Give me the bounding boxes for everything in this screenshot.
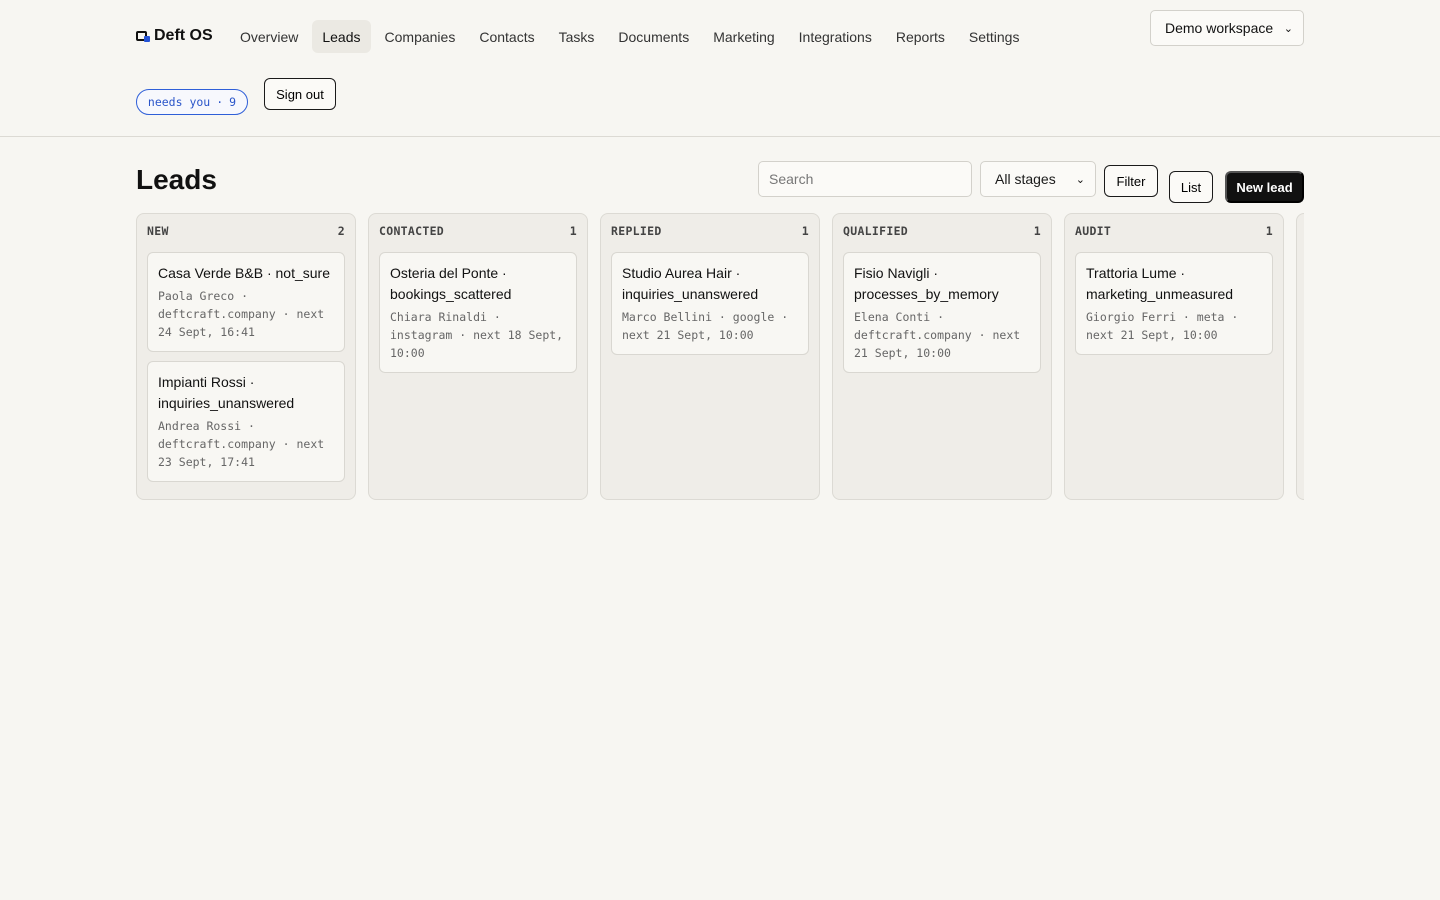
- column-title: NEW: [147, 224, 169, 238]
- nav-settings[interactable]: Settings: [959, 20, 1030, 53]
- stage-select-value: All stages: [995, 171, 1056, 187]
- nav-reports[interactable]: Reports: [886, 20, 955, 53]
- lead-card[interactable]: Studio Aurea Hair · inquiries_unanswered…: [611, 252, 809, 355]
- column-audit: AUDIT 1 Trattoria Lume · marketing_unmea…: [1064, 213, 1284, 500]
- nav-documents[interactable]: Documents: [608, 20, 699, 53]
- stage-select[interactable]: All stages ⌄: [980, 161, 1096, 197]
- chevron-down-icon: ⌄: [1283, 22, 1293, 35]
- nav-companies[interactable]: Companies: [375, 20, 466, 53]
- column-header: QUALIFIED 1: [843, 224, 1041, 238]
- kanban-board: NEW 2 Casa Verde B&B · not_sure Paola Gr…: [136, 213, 1304, 501]
- brand-logo[interactable]: Deft OS: [136, 26, 213, 46]
- column-count: 1: [569, 224, 577, 238]
- nav-leads[interactable]: Leads: [312, 20, 371, 53]
- lead-card[interactable]: Osteria del Ponte · bookings_scattered C…: [379, 252, 577, 373]
- column-header: NEW 2: [147, 224, 345, 238]
- lead-card-meta: Elena Conti · deftcraft.company · next 2…: [854, 310, 1021, 360]
- page-title: Leads: [136, 164, 217, 195]
- column-qualified: QUALIFIED 1 Fisio Navigli · processes_by…: [832, 213, 1052, 500]
- column-count: 1: [1265, 224, 1273, 238]
- lead-card-title: Casa Verde B&B · not_sure: [158, 265, 330, 281]
- column-header: REPLIED 1: [611, 224, 809, 238]
- column-contacted: CONTACTED 1 Osteria del Ponte · bookings…: [368, 213, 588, 500]
- nav-marketing[interactable]: Marketing: [703, 20, 784, 53]
- chevron-down-icon: ⌄: [1075, 173, 1085, 186]
- main-nav: Overview Leads Companies Contacts Tasks …: [230, 20, 1029, 53]
- needs-you-separator: ·: [216, 95, 224, 109]
- lead-card[interactable]: Trattoria Lume · marketing_unmeasured Gi…: [1075, 252, 1273, 355]
- nav-contacts[interactable]: Contacts: [469, 20, 544, 53]
- brand-mark-icon: [136, 30, 150, 42]
- needs-you-count: 9: [229, 95, 237, 109]
- column-title: AUDIT: [1075, 224, 1112, 238]
- lead-card-title: Trattoria Lume · marketing_unmeasured: [1086, 265, 1234, 302]
- column-header: AUDIT 1: [1075, 224, 1273, 238]
- lead-card-meta: Giorgio Ferri · meta · next 21 Sept, 10:…: [1086, 310, 1239, 342]
- workspace-select[interactable]: Demo workspace ⌄: [1150, 10, 1304, 46]
- column-count: 1: [801, 224, 809, 238]
- column-overflow: [1296, 213, 1304, 500]
- needs-you-label: needs you: [147, 95, 211, 109]
- sign-out-button[interactable]: Sign out: [264, 78, 336, 110]
- column-header: CONTACTED 1: [379, 224, 577, 238]
- new-lead-button[interactable]: New lead: [1225, 171, 1304, 203]
- brand-name: Deft OS: [154, 27, 213, 44]
- nav-overview[interactable]: Overview: [230, 20, 308, 53]
- list-view-button[interactable]: List: [1169, 171, 1213, 203]
- lead-card-title: Studio Aurea Hair · inquiries_unanswered: [622, 265, 759, 302]
- lead-card[interactable]: Impianti Rossi · inquiries_unanswered An…: [147, 361, 345, 482]
- column-title: QUALIFIED: [843, 224, 909, 238]
- search-input[interactable]: [758, 161, 972, 197]
- column-replied: REPLIED 1 Studio Aurea Hair · inquiries_…: [600, 213, 820, 500]
- column-title: REPLIED: [611, 224, 662, 238]
- top-bar: Deft OS Overview Leads Companies Contact…: [0, 0, 1440, 137]
- lead-card[interactable]: Casa Verde B&B · not_sure Paola Greco · …: [147, 252, 345, 352]
- lead-card-meta: Paola Greco · deftcraft.company · next 2…: [158, 289, 325, 339]
- filter-button[interactable]: Filter: [1104, 165, 1158, 197]
- column-new: NEW 2 Casa Verde B&B · not_sure Paola Gr…: [136, 213, 356, 500]
- needs-you-badge[interactable]: needs you · 9: [136, 89, 248, 115]
- lead-card-title: Impianti Rossi · inquiries_unanswered: [158, 374, 295, 411]
- column-title: CONTACTED: [379, 224, 445, 238]
- lead-card-title: Fisio Navigli · processes_by_memory: [854, 265, 999, 302]
- nav-integrations[interactable]: Integrations: [789, 20, 882, 53]
- lead-card-meta: Marco Bellini · google · next 21 Sept, 1…: [622, 310, 789, 342]
- column-count: 1: [1033, 224, 1041, 238]
- lead-card[interactable]: Fisio Navigli · processes_by_memory Elen…: [843, 252, 1041, 373]
- lead-card-title: Osteria del Ponte · bookings_scattered: [390, 265, 512, 302]
- lead-card-meta: Chiara Rinaldi · instagram · next 18 Sep…: [390, 310, 564, 360]
- column-count: 2: [337, 224, 345, 238]
- workspace-select-value: Demo workspace: [1165, 20, 1274, 36]
- lead-card-meta: Andrea Rossi · deftcraft.company · next …: [158, 419, 325, 469]
- nav-tasks[interactable]: Tasks: [549, 20, 605, 53]
